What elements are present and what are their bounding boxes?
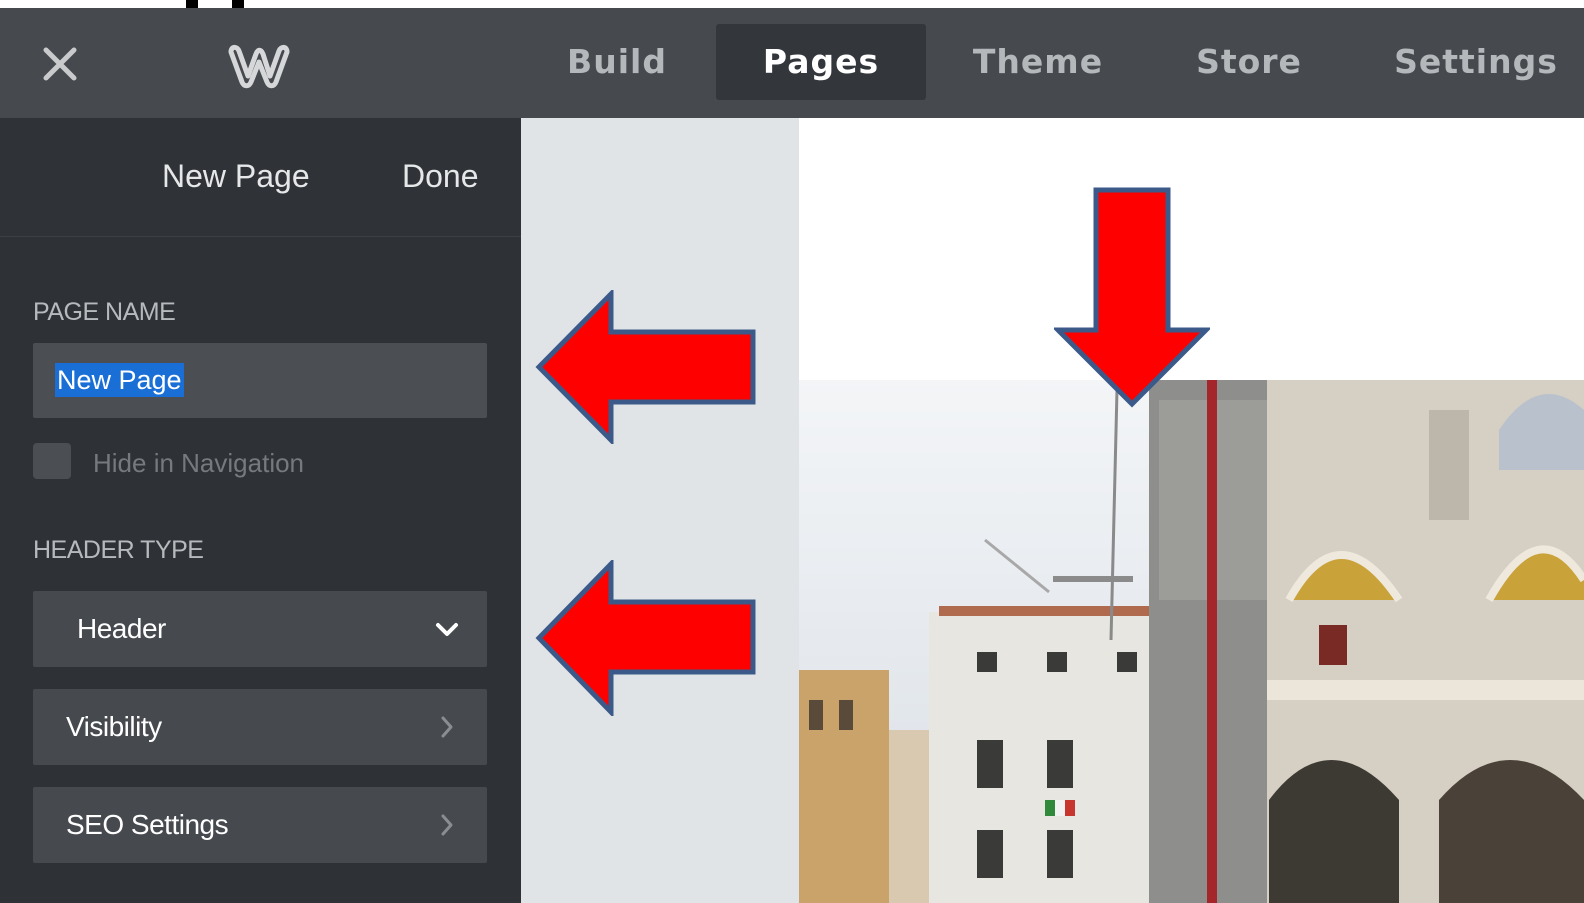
tab-build[interactable]: Build bbox=[543, 24, 691, 100]
tab-settings[interactable]: Settings bbox=[1390, 24, 1562, 100]
title-glyph-fragment bbox=[232, 0, 244, 8]
close-button[interactable] bbox=[36, 40, 84, 88]
annotation-arrow-down-icon bbox=[1054, 187, 1210, 408]
tab-theme[interactable]: Theme bbox=[962, 24, 1114, 100]
chevron-down-icon bbox=[436, 623, 458, 636]
page-name-input[interactable]: New Page bbox=[33, 343, 487, 418]
visibility-label: Visibility bbox=[66, 711, 162, 742]
hide-in-navigation-label: Hide in Navigation bbox=[93, 448, 305, 478]
sidebar-header: New Page Done bbox=[0, 118, 521, 237]
tab-store[interactable]: Store bbox=[1175, 24, 1323, 100]
header-type-label: HEADER TYPE bbox=[33, 536, 204, 564]
hide-in-navigation-checkbox[interactable] bbox=[33, 443, 71, 479]
editor-topbar: Build Pages Theme Store Settings bbox=[0, 8, 1584, 118]
chevron-right-icon bbox=[441, 814, 453, 836]
header-type-dropdown[interactable]: Header bbox=[33, 591, 487, 667]
annotation-arrow-left-icon bbox=[535, 290, 756, 444]
close-icon bbox=[43, 47, 77, 81]
header-type-value: Header bbox=[77, 613, 166, 644]
annotation-arrow-left-icon bbox=[535, 560, 756, 716]
page-name-label: PAGE NAME bbox=[33, 298, 176, 326]
header-image[interactable] bbox=[799, 380, 1584, 903]
visibility-row[interactable]: Visibility bbox=[33, 689, 487, 765]
sidebar-title: New Page bbox=[162, 158, 310, 194]
page-name-value: New Page bbox=[55, 363, 184, 397]
canvas-gutter bbox=[521, 118, 799, 903]
page-settings-sidebar: New Page Done PAGE NAME New Page Hide in… bbox=[0, 118, 521, 903]
title-glyph-fragment bbox=[186, 0, 198, 8]
weebly-logo-icon[interactable] bbox=[226, 42, 292, 90]
w-logo-icon bbox=[228, 44, 290, 89]
clipped-title-fragment bbox=[0, 0, 1584, 8]
done-button[interactable]: Done bbox=[402, 158, 479, 195]
chevron-right-icon bbox=[441, 716, 453, 738]
tab-pages[interactable]: Pages bbox=[716, 24, 926, 100]
seo-settings-row[interactable]: SEO Settings bbox=[33, 787, 487, 863]
seo-settings-label: SEO Settings bbox=[66, 809, 229, 840]
